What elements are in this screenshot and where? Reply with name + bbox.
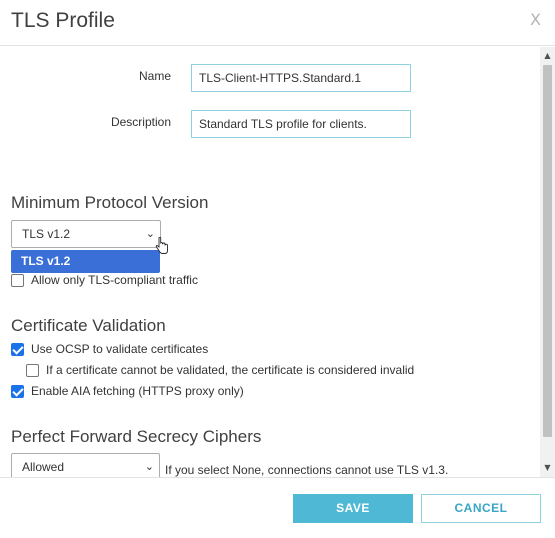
min-protocol-section-title: Minimum Protocol Version <box>11 193 209 212</box>
ocsp-label: Use OCSP to validate certificates <box>31 342 209 356</box>
dialog-footer: SAVE CANCEL <box>0 477 555 538</box>
pfs-selected-value: Allowed <box>22 460 65 474</box>
pfs-select[interactable]: Allowed ⌄ <box>11 453 160 477</box>
chevron-down-icon: ⌄ <box>145 227 155 240</box>
dialog-header: TLS Profile X <box>0 0 555 46</box>
min-protocol-selected-value: TLS v1.2 <box>22 227 71 241</box>
pfs-section-title: Perfect Forward Secrecy Ciphers <box>11 427 262 446</box>
name-input[interactable]: TLS-Client-HTTPS.Standard.1 <box>191 64 411 92</box>
cancel-button[interactable]: CANCEL <box>421 494 541 523</box>
tls-compliant-checkbox[interactable] <box>11 274 24 287</box>
scrollbar-thumb[interactable] <box>543 65 552 437</box>
hand-pointer-icon <box>155 237 168 254</box>
name-label: Name <box>138 69 171 83</box>
chevron-down-icon: ⌄ <box>144 460 154 473</box>
min-protocol-select[interactable]: TLS v1.2 ⌄ <box>11 220 161 248</box>
invalid-cert-checkbox[interactable] <box>26 364 39 377</box>
aia-label: Enable AIA fetching (HTTPS proxy only) <box>31 384 244 398</box>
dialog-title: TLS Profile <box>11 9 115 32</box>
pfs-hint: If you select None, connections cannot u… <box>165 463 449 477</box>
description-input[interactable]: Standard TLS profile for clients. <box>191 110 411 138</box>
arrow-down-icon[interactable]: ▼ <box>540 461 555 475</box>
dialog-body: Name TLS-Client-HTTPS.Standard.1 Descrip… <box>0 47 555 477</box>
cert-validation-section-title: Certificate Validation <box>11 316 166 335</box>
dropdown-option-tls-v1-2[interactable]: TLS v1.2 <box>11 250 160 273</box>
vertical-scrollbar[interactable]: ▲ ▼ <box>540 47 555 477</box>
tls-profile-dialog: TLS Profile X Name TLS-Client-HTTPS.Stan… <box>0 0 555 538</box>
ocsp-checkbox[interactable] <box>11 343 24 356</box>
aia-checkbox[interactable] <box>11 385 24 398</box>
arrow-up-icon[interactable]: ▲ <box>540 49 555 63</box>
tls-compliant-label: Allow only TLS-compliant traffic <box>31 273 198 287</box>
save-button[interactable]: SAVE <box>293 494 413 523</box>
close-icon[interactable]: X <box>530 10 541 29</box>
invalid-cert-label: If a certificate cannot be validated, th… <box>46 363 415 377</box>
description-label: Description <box>110 115 171 129</box>
